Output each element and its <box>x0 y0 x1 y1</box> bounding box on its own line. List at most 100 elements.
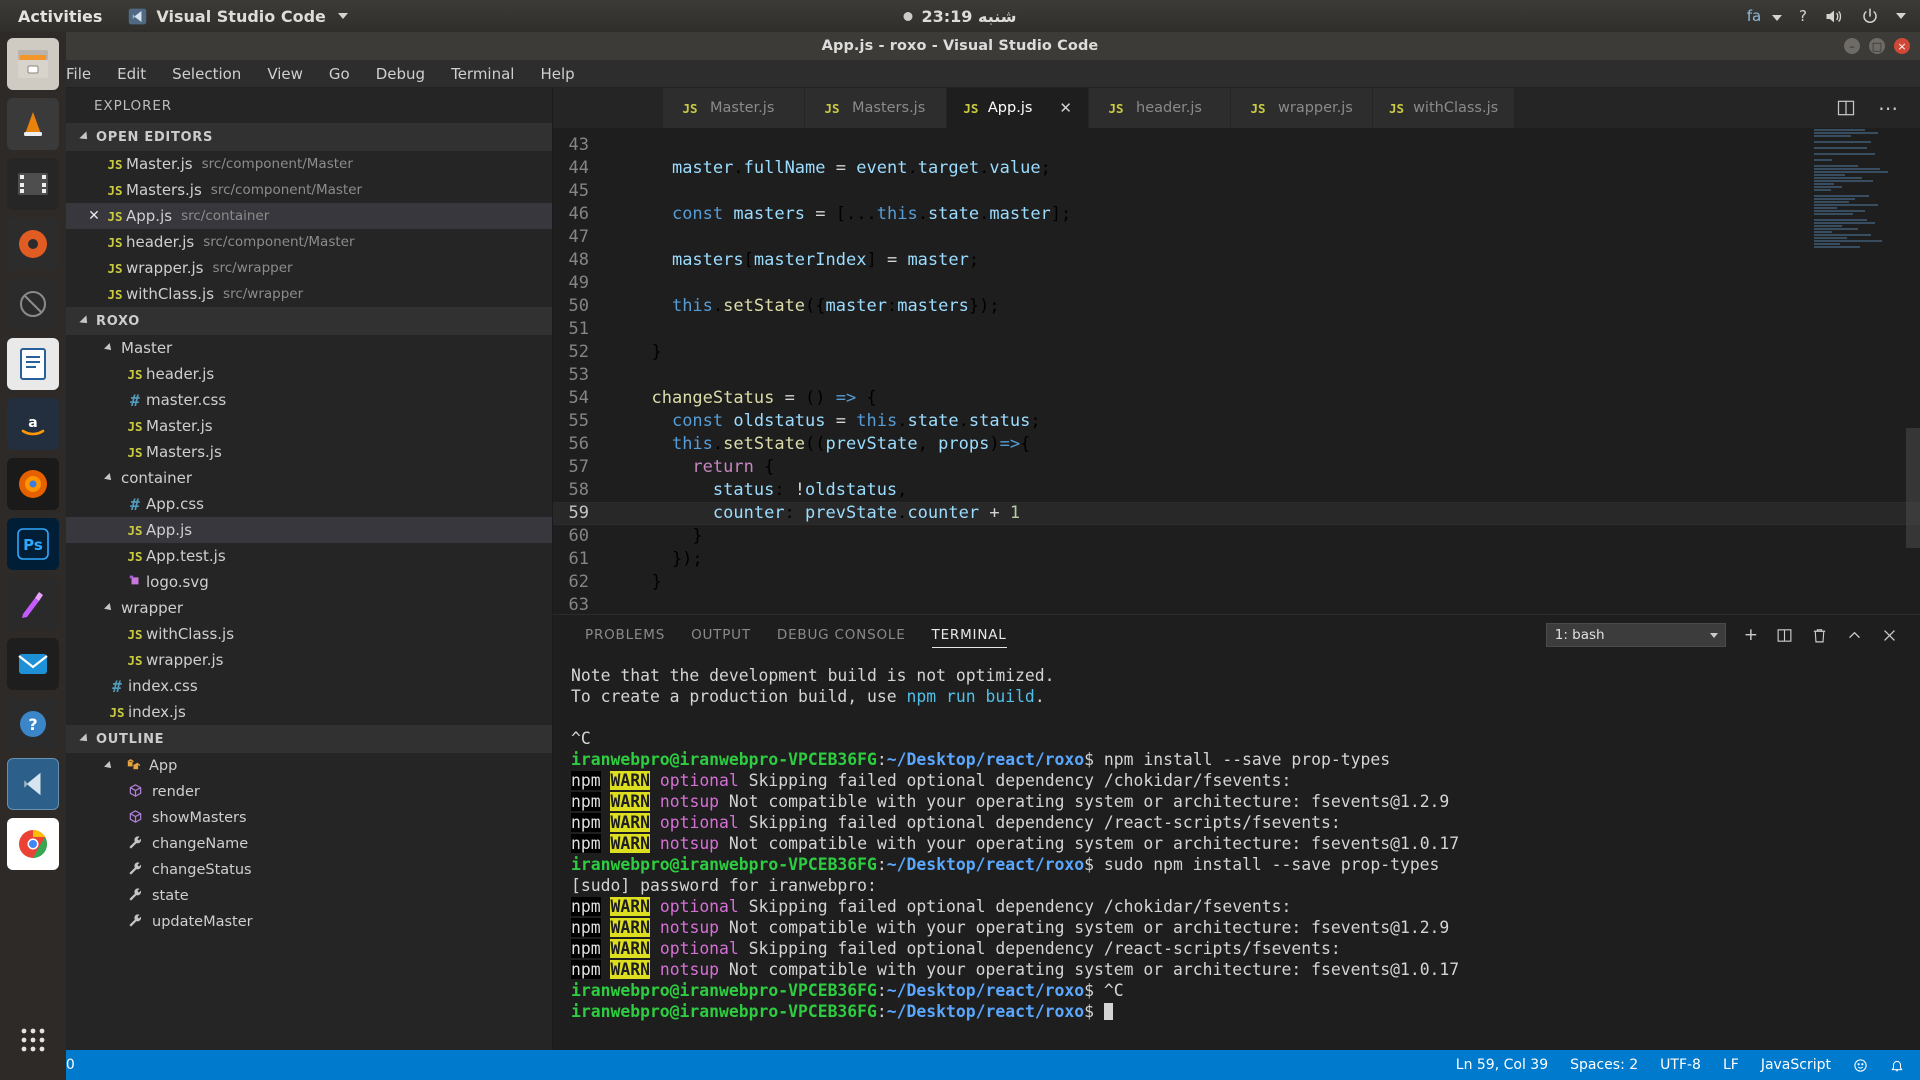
status-cursor-position[interactable]: Ln 59, Col 39 <box>1456 1057 1548 1073</box>
tree-file[interactable]: JS index.js <box>66 699 552 725</box>
close-icon[interactable]: ✕ <box>84 208 104 224</box>
tree-file[interactable]: JS withClass.js <box>66 621 552 647</box>
tree-file[interactable]: # index.css <box>66 673 552 699</box>
tree-folder[interactable]: container <box>66 465 552 491</box>
open-editor-item[interactable]: ✕ JS App.js src/container <box>66 203 552 229</box>
close-icon[interactable] <box>1881 627 1898 644</box>
dock-item-software-disabled[interactable] <box>7 278 59 330</box>
tree-file[interactable]: logo.svg <box>66 569 552 595</box>
chevron-up-icon[interactable] <box>1846 627 1863 644</box>
volume-icon[interactable] <box>1824 8 1844 25</box>
code-line[interactable]: 61 }); <box>553 548 1920 571</box>
editor-tab-header-js[interactable]: JS header.js <box>1089 88 1231 128</box>
code-line[interactable]: 54 changeStatus = () => { <box>553 387 1920 410</box>
editor-tab-wrapper-js[interactable]: JS wrapper.js <box>1231 88 1373 128</box>
ellipsis-icon[interactable]: ⋯ <box>1878 96 1900 120</box>
menu-item-go[interactable]: Go <box>329 65 350 83</box>
panel-tab-output[interactable]: OUTPUT <box>691 615 751 655</box>
split-editor-icon[interactable] <box>1836 98 1856 118</box>
code-line[interactable]: 43 <box>553 134 1920 157</box>
menu-item-selection[interactable]: Selection <box>172 65 241 83</box>
dock-item-photoshop[interactable]: Ps <box>7 518 59 570</box>
code-line[interactable]: 57 return { <box>553 456 1920 479</box>
panel-tabs[interactable]: PROBLEMS OUTPUT DEBUG CONSOLE TERMINAL 1: b… <box>553 615 1920 655</box>
tree-folder[interactable]: Master <box>66 335 552 361</box>
editor-tab-Master-js[interactable]: JS Master.js <box>663 88 805 128</box>
open-editor-item[interactable]: JS header.js src/component/Master <box>66 229 552 255</box>
trash-icon[interactable] <box>1811 627 1828 644</box>
tree-file[interactable]: JS Master.js <box>66 413 552 439</box>
outline-item[interactable]: showMasters <box>66 805 552 831</box>
editor-tab-withClass-js[interactable]: JS withClass.js <box>1373 88 1515 128</box>
code-line[interactable]: 46 const masters = [...this.state.master… <box>553 203 1920 226</box>
section-outline[interactable]: OUTLINE <box>66 725 552 753</box>
system-tray[interactable]: fa ? <box>1747 7 1906 25</box>
close-button[interactable]: × <box>1894 38 1910 54</box>
menu-item-help[interactable]: Help <box>540 65 574 83</box>
bell-icon[interactable] <box>1890 1058 1904 1073</box>
dock-item-vscode[interactable] <box>7 758 59 810</box>
menu-bar[interactable]: File Edit Selection View Go Debug Terminal Help <box>0 60 1920 88</box>
open-editor-item[interactable]: JS wrapper.js src/wrapper <box>66 255 552 281</box>
maximize-button[interactable]: □ <box>1869 38 1885 54</box>
code-line[interactable]: 47 <box>553 226 1920 249</box>
code-line[interactable]: 58 status: !oldstatus, <box>553 479 1920 502</box>
window-controls[interactable]: – □ × <box>1844 32 1910 60</box>
dock-item-amazon[interactable]: a <box>7 398 59 450</box>
code-line[interactable]: 62 } <box>553 571 1920 594</box>
dock-item-video-editor[interactable] <box>7 158 59 210</box>
tree-file[interactable]: # App.css <box>66 491 552 517</box>
dock-item-thunderbird[interactable] <box>7 638 59 690</box>
tree-file[interactable]: # master.css <box>66 387 552 413</box>
menu-item-edit[interactable]: Edit <box>117 65 146 83</box>
tree-file[interactable]: JS App.test.js <box>66 543 552 569</box>
dock-item-chrome[interactable] <box>7 818 59 870</box>
power-icon[interactable] <box>1861 7 1879 25</box>
outline-item[interactable]: App <box>66 753 552 779</box>
code-line[interactable]: 53 <box>553 364 1920 387</box>
new-terminal-button[interactable]: + <box>1744 626 1758 644</box>
outline-item[interactable]: updateMaster <box>66 909 552 935</box>
split-terminal-icon[interactable] <box>1776 627 1793 644</box>
clock[interactable]: شنبه 23:19 <box>903 7 1017 26</box>
editor-tabs[interactable]: JS Master.js JS Masters.js JS App.js ✕ JS header… <box>553 88 1920 128</box>
section-open-editors[interactable]: OPEN EDITORS <box>66 123 552 151</box>
help-icon[interactable]: ? <box>1799 7 1807 25</box>
panel-tab-terminal[interactable]: TERMINAL <box>931 615 1007 655</box>
editor-tab-App-js[interactable]: JS App.js ✕ <box>947 88 1089 128</box>
minimap[interactable] <box>1814 128 1906 614</box>
menu-item-terminal[interactable]: Terminal <box>451 65 514 83</box>
code-line[interactable]: 55 const oldstatus = this.state.status; <box>553 410 1920 433</box>
status-language-mode[interactable]: JavaScript <box>1761 1057 1831 1073</box>
code-line[interactable]: 50 this.setState({master:masters}); <box>553 295 1920 318</box>
code-line[interactable]: 49 <box>553 272 1920 295</box>
panel-tab-debug-console[interactable]: DEBUG CONSOLE <box>777 615 906 655</box>
code-line[interactable]: 63 <box>553 594 1920 614</box>
dock-item-rhythmbox[interactable] <box>7 218 59 270</box>
status-indentation[interactable]: Spaces: 2 <box>1570 1057 1638 1073</box>
minimize-button[interactable]: – <box>1844 38 1860 54</box>
tree-file[interactable]: JS wrapper.js <box>66 647 552 673</box>
menu-item-debug[interactable]: Debug <box>376 65 425 83</box>
code-line[interactable]: 52 } <box>553 341 1920 364</box>
app-menu-button[interactable]: Visual Studio Code <box>128 7 348 26</box>
dock-item-help[interactable]: ? <box>7 698 59 750</box>
tree-folder[interactable]: wrapper <box>66 595 552 621</box>
panel-tab-problems[interactable]: PROBLEMS <box>585 615 665 655</box>
status-encoding[interactable]: UTF-8 <box>1660 1057 1701 1073</box>
terminal-output[interactable]: Note that the development build is not o… <box>553 655 1920 1050</box>
open-editor-item[interactable]: JS Masters.js src/component/Master <box>66 177 552 203</box>
tree-file[interactable]: JS header.js <box>66 361 552 387</box>
code-line[interactable]: 45 <box>553 180 1920 203</box>
open-editor-item[interactable]: JS Master.js src/component/Master <box>66 151 552 177</box>
close-icon[interactable]: ✕ <box>1059 99 1072 117</box>
dock-item-firefox[interactable] <box>7 458 59 510</box>
code-line[interactable]: 51 <box>553 318 1920 341</box>
menu-item-file[interactable]: File <box>66 65 91 83</box>
status-eol[interactable]: LF <box>1723 1057 1739 1073</box>
tree-file[interactable]: JS Masters.js <box>66 439 552 465</box>
outline-item[interactable]: changeStatus <box>66 857 552 883</box>
show-applications-icon[interactable] <box>7 1014 59 1066</box>
scrollbar-thumb[interactable] <box>1906 428 1920 548</box>
dock-item-krita[interactable] <box>7 578 59 630</box>
